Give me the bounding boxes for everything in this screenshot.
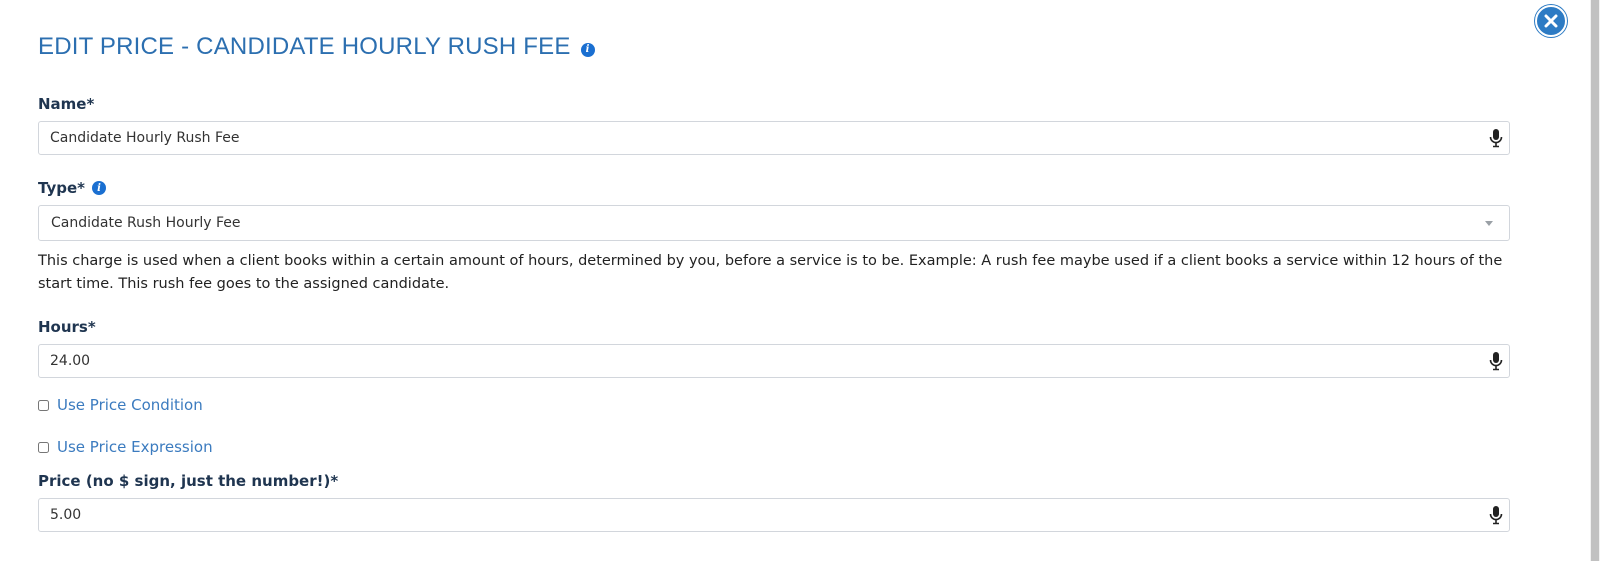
hours-input[interactable] <box>39 345 1485 377</box>
hours-label: Hours* <box>38 318 96 336</box>
title-info-icon[interactable]: i <box>580 42 595 57</box>
use-price-expression-checkbox[interactable] <box>38 441 49 453</box>
use-price-condition-checkbox[interactable] <box>38 399 49 411</box>
price-label-text: Price (no $ sign, just the number!)* <box>38 472 339 490</box>
hours-mic-button[interactable] <box>1485 350 1507 372</box>
name-input[interactable] <box>39 122 1485 154</box>
use-price-expression-row: Use Price Expression <box>38 438 213 456</box>
microphone-icon <box>1489 352 1503 371</box>
type-label-text: Type* <box>38 179 85 197</box>
type-select[interactable]: Candidate Rush Hourly Fee <box>38 205 1510 241</box>
close-button[interactable] <box>1535 5 1567 37</box>
price-field <box>38 498 1510 532</box>
microphone-icon <box>1489 129 1503 148</box>
dialog-header: EDIT PRICE - CANDIDATE HOURLY RUSH FEE i <box>38 33 595 61</box>
type-selected-value: Candidate Rush Hourly Fee <box>51 215 241 231</box>
edit-price-dialog: EDIT PRICE - CANDIDATE HOURLY RUSH FEE i… <box>0 0 1600 561</box>
hours-label-text: Hours* <box>38 318 96 336</box>
name-label: Name* <box>38 95 94 113</box>
type-description: This charge is used when a client books … <box>38 253 1503 292</box>
use-price-expression-label[interactable]: Use Price Expression <box>57 438 213 456</box>
scrollbar-thumb[interactable] <box>1591 0 1599 561</box>
type-label: Type* i <box>38 179 106 197</box>
microphone-icon <box>1489 506 1503 525</box>
hours-field <box>38 344 1510 378</box>
dialog-title: EDIT PRICE - CANDIDATE HOURLY RUSH FEE <box>38 33 571 60</box>
price-input[interactable] <box>39 499 1485 531</box>
name-field <box>38 121 1510 155</box>
chevron-down-icon <box>1485 220 1493 226</box>
name-label-text: Name* <box>38 95 95 113</box>
name-mic-button[interactable] <box>1485 127 1507 149</box>
type-info-icon[interactable]: i <box>92 181 106 195</box>
use-price-condition-row: Use Price Condition <box>38 396 203 414</box>
use-price-condition-label[interactable]: Use Price Condition <box>57 396 203 414</box>
price-mic-button[interactable] <box>1485 504 1507 526</box>
price-label: Price (no $ sign, just the number!)* <box>38 472 338 490</box>
close-icon <box>1544 14 1558 28</box>
